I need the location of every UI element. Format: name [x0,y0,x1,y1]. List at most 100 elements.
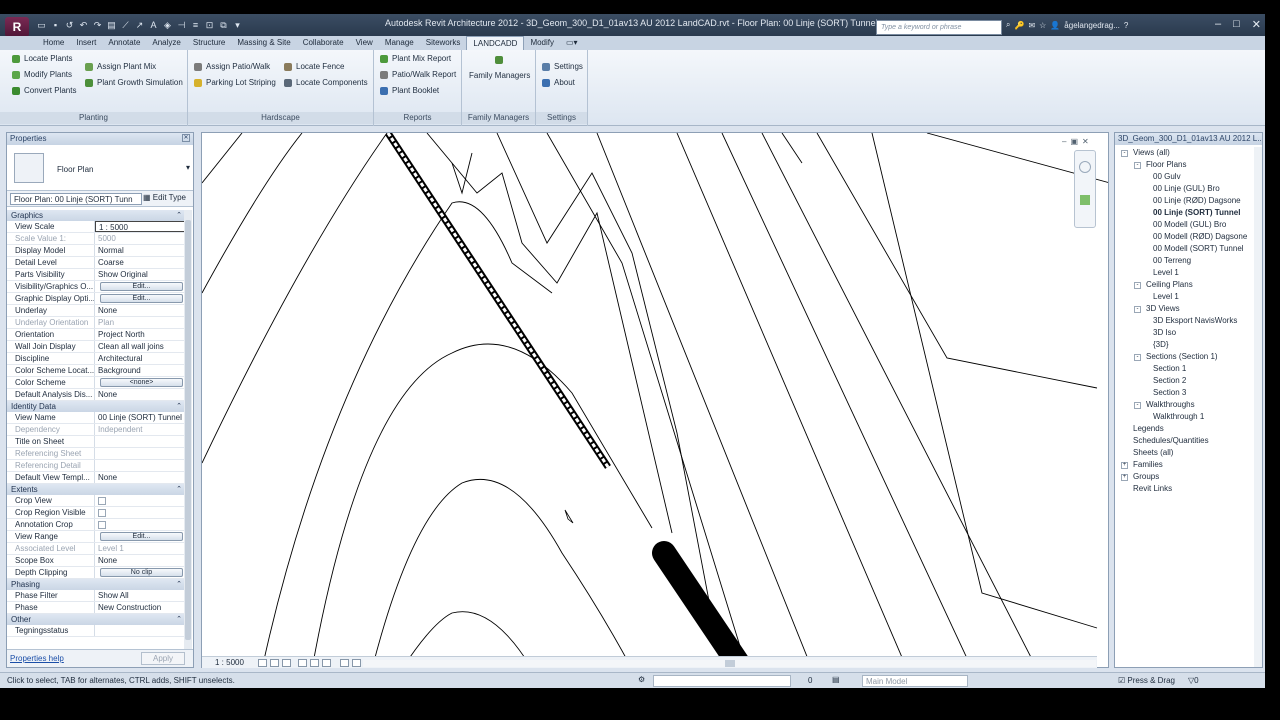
browser-node[interactable]: + Families [1115,459,1255,471]
property-value[interactable]: Clean all wall joins [95,341,185,352]
property-value[interactable]: Edit... [95,281,185,292]
browser-node[interactable]: 3D Iso [1115,327,1255,339]
property-row[interactable]: Underlay None [7,305,185,317]
collapse-icon[interactable]: ⌃ [176,614,182,625]
property-button[interactable]: Edit... [100,282,183,291]
search-icon[interactable]: ⌕ [1006,20,1010,30]
application-menu-button[interactable]: R [5,17,29,37]
browser-node[interactable]: 00 Linje (GUL) Bro [1115,183,1255,195]
property-row[interactable]: Detail Level Coarse [7,257,185,269]
collapse-icon[interactable]: - [1134,306,1141,313]
property-row[interactable]: Graphic Display Opti... Edit... [7,293,185,305]
property-value[interactable]: 00 Linje (SORT) Tunnel [95,412,185,423]
open-icon[interactable]: ▭ [36,20,47,31]
convert-plants-button[interactable]: Convert Plants [12,86,76,95]
locate-plants-button[interactable]: Locate Plants [12,54,72,63]
browser-node[interactable]: - Walkthroughs [1115,399,1255,411]
browser-node[interactable]: 00 Modell (RØD) Dagsone [1115,231,1255,243]
favorites-icon[interactable]: ☆ [1039,21,1046,30]
view-close-icon[interactable]: ✕ [1082,137,1089,146]
property-value[interactable]: Show All [95,590,185,601]
browser-node[interactable]: -3D Views [1115,303,1255,315]
collapse-icon[interactable]: - [1134,282,1141,289]
property-category[interactable]: Other ⌃ [7,614,185,625]
property-row[interactable]: Orientation Project North [7,329,185,341]
property-button[interactable]: No clip [100,568,183,577]
property-value[interactable] [95,495,185,506]
apply-button[interactable]: Apply [141,652,185,665]
browser-node[interactable]: - Sections (Section 1) [1115,351,1255,363]
tab-manage[interactable]: Manage [379,36,420,50]
tab-structure[interactable]: Structure [187,36,231,50]
tab-landcadd[interactable]: LANDCADD [466,36,525,50]
property-row[interactable]: Scope Box None [7,555,185,567]
property-value[interactable]: None [95,305,185,316]
property-value[interactable]: None [95,555,185,566]
print-icon[interactable]: ▤ [106,20,117,31]
browser-node[interactable]: - Views (all) [1115,147,1255,159]
browser-node[interactable]: Sheets (all) [1115,447,1255,459]
parking-lot-striping-button[interactable]: Parking Lot Striping [194,78,276,87]
plant-growth-simulation-button[interactable]: Plant Growth Simulation [85,78,183,87]
property-row[interactable]: Default View Templ... None [7,472,185,484]
crop-region-icon[interactable] [322,659,331,667]
assign-patio-walk-button[interactable]: Assign Patio/Walk [194,62,270,71]
collapse-icon[interactable]: ⌃ [176,579,182,590]
property-row[interactable]: Default Analysis Dis... None [7,389,185,401]
close-icon[interactable]: ✕ [1252,18,1261,31]
browser-node[interactable]: 00 Linje (RØD) Dagsone [1115,195,1255,207]
filter-icon[interactable]: ▽0 [1188,676,1199,685]
tab-siteworks[interactable]: Siteworks [420,36,467,50]
tab-modify[interactable]: Modify [524,36,560,50]
visual-style-icon[interactable] [270,659,279,667]
maximize-icon[interactable]: □ [1233,18,1240,31]
collapse-icon[interactable]: - [1121,150,1128,157]
browser-node[interactable]: {3D} [1115,339,1255,351]
tab-annotate[interactable]: Annotate [102,36,146,50]
tab-analyze[interactable]: Analyze [146,36,186,50]
settings-button[interactable]: Settings [542,62,583,71]
property-row[interactable]: Wall Join Display Clean all wall joins [7,341,185,353]
property-row[interactable]: Tegningsstatus [7,625,185,637]
expand-icon[interactable]: + [1121,462,1128,469]
3d-view-icon[interactable]: ◈ [162,20,173,31]
property-value[interactable]: New Construction [95,602,185,613]
browser-node[interactable]: Level 1 [1115,291,1255,303]
property-row[interactable]: Color Scheme Locat... Background [7,365,185,377]
property-category[interactable]: Extents ⌃ [7,484,185,495]
instance-selector[interactable]: Floor Plan: 00 Linje (SORT) Tunn [10,193,142,205]
property-row[interactable]: View Name 00 Linje (SORT) Tunnel [7,412,185,424]
family-managers-button[interactable]: Family Managers [469,71,530,80]
property-value[interactable]: Architectural [95,353,185,364]
property-category[interactable]: Phasing ⌃ [7,579,185,590]
browser-node[interactable]: 00 Terreng [1115,255,1255,267]
view-minimize-icon[interactable]: – [1062,137,1066,146]
temporary-hide-icon[interactable] [340,659,349,667]
collapse-icon[interactable]: - [1134,162,1141,169]
workset-select[interactable] [653,675,791,687]
property-value[interactable]: Background [95,365,185,376]
property-row[interactable]: Parts Visibility Show Original [7,269,185,281]
collapse-icon[interactable]: ⌃ [176,484,182,495]
property-value[interactable]: None [95,472,185,483]
undo-icon[interactable]: ↶ [78,20,89,31]
zoom-icon[interactable] [1080,195,1090,205]
crop-view-icon[interactable] [310,659,319,667]
property-row[interactable]: Crop Region Visible [7,507,185,519]
property-row[interactable]: Discipline Architectural [7,353,185,365]
browser-node[interactable]: Section 2 [1115,375,1255,387]
property-row[interactable]: Title on Sheet [7,436,185,448]
ribbon-minimize-icon[interactable]: ▭▾ [560,36,584,50]
checkbox[interactable] [98,497,106,505]
press-drag-toggle[interactable]: ☑ Press & Drag [1118,676,1175,685]
expand-icon[interactable]: + [1121,474,1128,481]
plant-booklet-button[interactable]: Plant Booklet [380,86,439,95]
property-button[interactable]: Edit... [100,532,183,541]
tab-insert[interactable]: Insert [70,36,102,50]
property-row[interactable]: Depth Clipping No clip [7,567,185,579]
minimize-icon[interactable]: – [1215,18,1221,31]
modify-plants-button[interactable]: Modify Plants [12,70,72,79]
browser-node[interactable]: Section 3 [1115,387,1255,399]
type-selector[interactable]: Floor Plan ▾ [7,145,193,191]
property-value[interactable]: Normal [95,245,185,256]
